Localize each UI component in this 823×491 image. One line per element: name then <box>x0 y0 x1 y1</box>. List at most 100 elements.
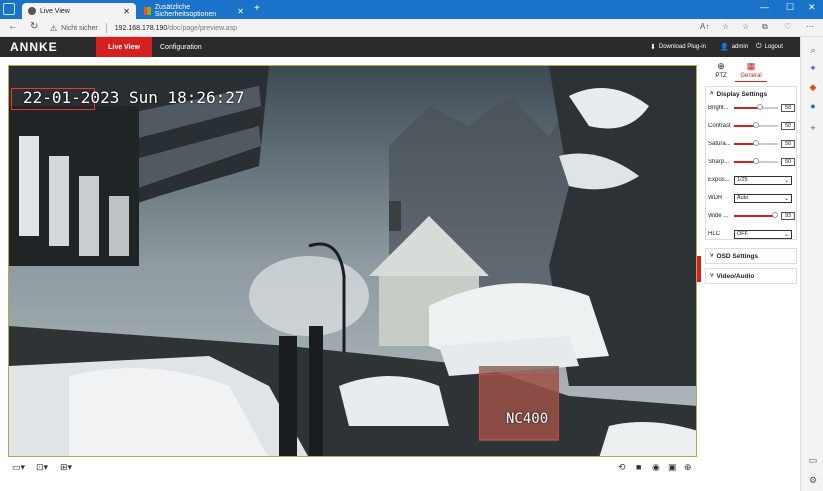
wide-dynamic-slider[interactable] <box>734 212 778 220</box>
brand-logo: ANNKE <box>10 40 58 54</box>
browser-tab-live-view[interactable]: Live View ✕ <box>22 3 136 19</box>
browser-tab-security-options[interactable]: Zusätzliche Sicherheitsoptionen ✕ <box>138 3 250 19</box>
hlc-value: OFF <box>737 231 748 237</box>
record-icon[interactable]: ▣ <box>668 462 677 473</box>
collections-icon[interactable]: ⧉ <box>762 22 768 32</box>
slider-thumb[interactable] <box>753 158 759 164</box>
security-status[interactable]: Nicht sicher <box>61 25 98 32</box>
exposure-row: Expos... 1/25 ⌄ <box>708 174 796 186</box>
url-path: /doc/page/preview.asp <box>167 24 237 32</box>
wdr-select[interactable]: Auto ⌄ <box>734 193 792 203</box>
wdr-row: WDR Auto ⌄ <box>708 192 796 204</box>
minimize-button[interactable]: — <box>760 2 769 12</box>
url-field[interactable]: ⚠ Nicht sicher 192.168.178.190/doc/page/… <box>50 21 710 35</box>
more-icon[interactable]: ⋯ <box>806 22 814 31</box>
url-text[interactable]: 192.168.178.190/doc/page/preview.asp <box>115 25 237 32</box>
search-icon[interactable]: ⌕ <box>808 45 818 55</box>
sharpness-value[interactable]: 50 <box>781 158 795 166</box>
video-audio-section[interactable]: ˅ Video/Audio <box>705 268 797 284</box>
reload-button[interactable]: ↻ <box>30 21 38 32</box>
read-aloud-icon[interactable]: A↑ <box>700 22 709 31</box>
edge-sidebar: ⌕ ✦ ◆ ● + ▭ ⚙ <box>800 37 823 491</box>
live-video-view[interactable]: 22-01-2023 Sun 18:26:27 NC400 <box>8 65 697 457</box>
download-plugin-label: Download Plug-in <box>658 44 706 50</box>
stream-type-icon[interactable]: ⊡▾ <box>36 462 48 473</box>
saturation-slider[interactable] <box>734 140 778 148</box>
slider-thumb[interactable] <box>753 122 759 128</box>
browser-tabstrip: Live View ✕ Zusätzliche Sicherheitsoptio… <box>0 0 823 19</box>
panel-collapse-handle[interactable] <box>697 256 701 282</box>
stop-icon[interactable]: ■ <box>636 462 641 472</box>
capture-icon[interactable]: ◉ <box>652 462 660 473</box>
user-menu[interactable]: 👤 admin <box>720 37 748 57</box>
logout-link[interactable]: ⏻ Logout <box>756 37 783 57</box>
contrast-value[interactable]: 50 <box>781 122 795 130</box>
add-icon[interactable]: + <box>808 123 818 133</box>
zoom-icon[interactable]: ⊕ <box>684 462 692 473</box>
extension-icon[interactable]: ♡ <box>784 22 791 31</box>
slider-thumb[interactable] <box>756 104 763 110</box>
motion-detection-box <box>479 374 559 440</box>
contrast-slider[interactable] <box>734 122 778 130</box>
app-header: ANNKE Live View Configuration ⬇ Download… <box>0 37 800 57</box>
settings-panel: ⊕ PTZ ▦ General ˄ Display Settings Brigh… <box>703 57 800 491</box>
wdr-label: WDR <box>708 195 723 201</box>
window-layout-icon[interactable]: ▭▾ <box>12 462 25 473</box>
tab-general[interactable]: ▦ General <box>733 61 769 79</box>
camera-image <box>9 66 696 456</box>
download-plugin-link[interactable]: ⬇ Download Plug-in <box>650 37 706 57</box>
sharpness-slider[interactable] <box>734 158 778 166</box>
close-icon[interactable]: ✕ <box>123 7 130 16</box>
windows-favicon-icon <box>144 7 151 15</box>
display-settings-section: ˄ Display Settings Bright... 58 Contrast… <box>705 86 797 240</box>
favorite-icon[interactable]: ☆ <box>722 22 729 31</box>
wide-dynamic-value[interactable]: 93 <box>781 212 795 220</box>
logout-label: Logout <box>764 44 783 50</box>
close-icon[interactable]: ✕ <box>237 7 244 16</box>
brightness-slider[interactable] <box>734 104 778 112</box>
sparkle-icon[interactable]: ✦ <box>808 63 818 73</box>
crop-icon[interactable]: ⟲ <box>618 462 626 473</box>
close-window-button[interactable]: ✕ <box>808 2 816 13</box>
outlook-icon[interactable]: ● <box>808 101 818 111</box>
slider-thumb[interactable] <box>771 212 778 218</box>
osd-settings-header[interactable]: ˅ OSD Settings <box>706 249 796 263</box>
aspect-ratio-icon[interactable]: ⊞▾ <box>60 462 72 473</box>
chevron-down-icon: ˅ <box>710 273 714 279</box>
hlc-select[interactable]: OFF ⌄ <box>734 229 792 239</box>
video-audio-header[interactable]: ˅ Video/Audio <box>706 269 796 283</box>
maximize-button[interactable]: ☐ <box>786 2 794 13</box>
user-icon: 👤 <box>720 44 729 51</box>
favorites-list-icon[interactable]: ☆ <box>742 22 749 31</box>
user-name: admin <box>731 44 749 50</box>
exposure-select[interactable]: 1/25 ⌄ <box>734 175 792 185</box>
url-host: 192.168.178.190 <box>114 24 168 32</box>
chevron-down-icon: ⌄ <box>783 231 789 238</box>
tab-label: General <box>740 73 762 79</box>
office-icon[interactable]: ◆ <box>808 82 818 92</box>
slider-thumb[interactable] <box>753 140 759 146</box>
tab-actions-icon[interactable] <box>3 3 15 15</box>
logout-icon: ⏻ <box>756 43 762 50</box>
chevron-up-icon: ˄ <box>710 91 714 97</box>
brightness-label: Bright... <box>708 105 729 111</box>
osd-settings-section[interactable]: ˅ OSD Settings <box>705 248 797 264</box>
nav-live-view[interactable]: Live View <box>96 37 152 57</box>
settings-icon[interactable]: ⚙ <box>808 475 818 485</box>
hlc-row: HLC OFF ⌄ <box>708 228 796 240</box>
new-tab-button[interactable]: + <box>254 3 260 14</box>
chevron-down-icon: ˅ <box>710 253 714 259</box>
display-settings-header[interactable]: ˄ Display Settings <box>706 87 796 101</box>
brightness-value[interactable]: 58 <box>781 104 795 112</box>
back-button[interactable]: ← <box>8 21 18 32</box>
warning-icon: ⚠ <box>50 23 58 33</box>
active-tab-indicator <box>735 81 767 82</box>
saturation-value[interactable]: 50 <box>781 140 795 148</box>
sidebar-toggle-icon[interactable]: ▭ <box>808 455 818 465</box>
video-toolbar: ▭▾ ⊡▾ ⊞▾ ⟲ ■ ◉ ▣ ⊕ <box>0 457 700 477</box>
divider <box>105 23 107 33</box>
section-title: OSD Settings <box>716 252 759 260</box>
hlc-label: HLC <box>708 231 721 237</box>
osd-timestamp: 22-01-2023 Sun 18:26:27 <box>23 88 245 107</box>
nav-configuration[interactable]: Configuration <box>160 37 202 57</box>
